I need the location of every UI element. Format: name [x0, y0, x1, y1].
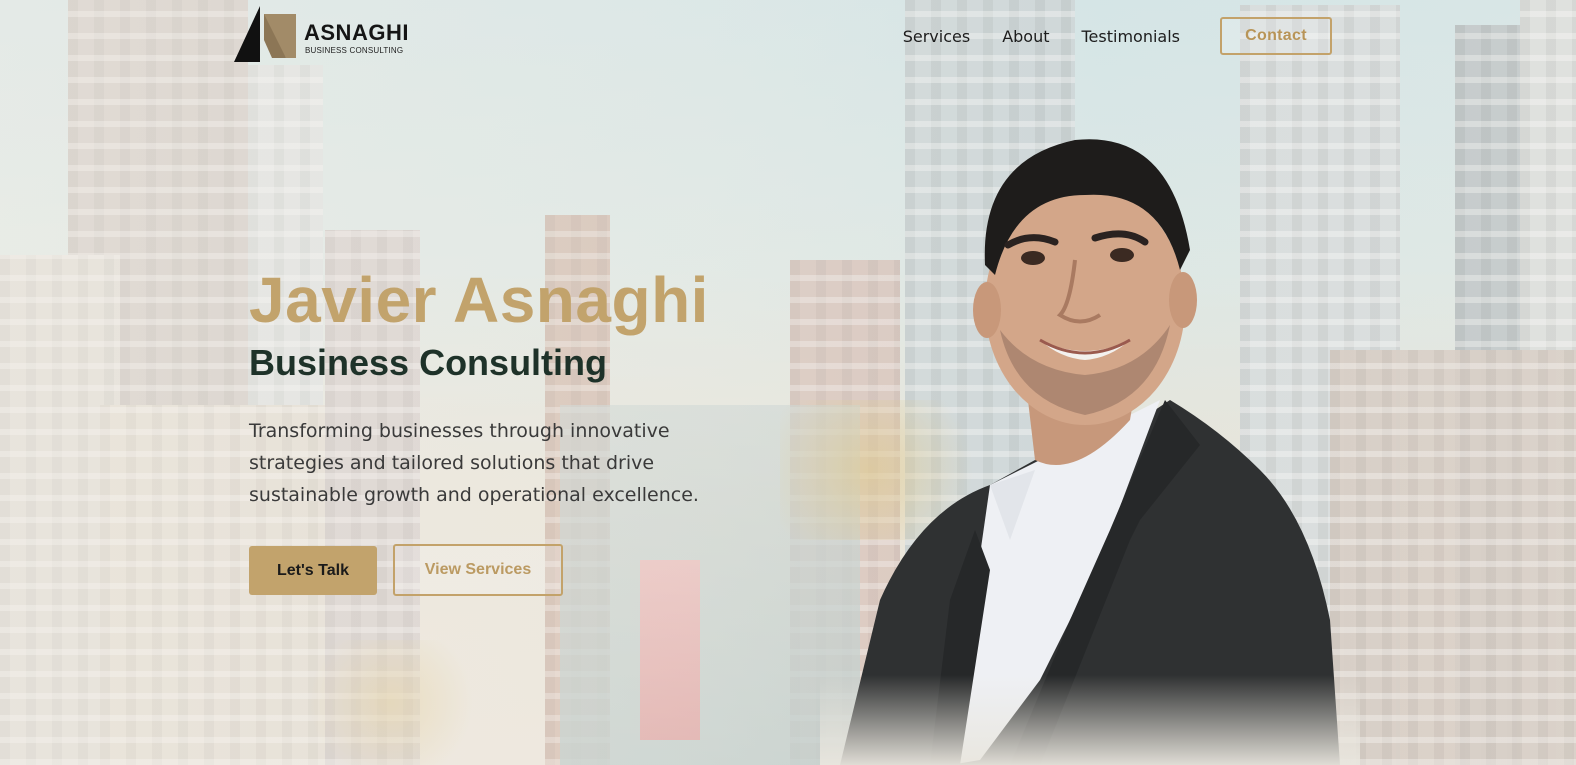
hero-description: Transforming businesses through innovati…: [249, 420, 699, 506]
nav-link-testimonials[interactable]: Testimonials: [1082, 27, 1181, 46]
asnaghi-logo-icon: [234, 6, 296, 62]
consultant-portrait: [840, 139, 1340, 765]
nav-link-about[interactable]: About: [1002, 27, 1049, 46]
lets-talk-button[interactable]: Let's Talk: [249, 546, 377, 595]
nav-link-services[interactable]: Services: [903, 27, 970, 46]
portrait-fade: [820, 675, 1360, 765]
brand-logo[interactable]: ASNAGHI BUSINESS CONSULTING: [234, 6, 409, 64]
brand-name: ASNAGHI: [304, 20, 409, 45]
hero-title: Javier Asnaghi: [249, 264, 709, 336]
view-services-button[interactable]: View Services: [393, 544, 563, 596]
brand-tagline: BUSINESS CONSULTING: [305, 46, 404, 55]
hero-subtitle: Business Consulting: [249, 342, 608, 383]
main-nav: Services About Testimonials Contact: [903, 17, 1332, 55]
hero-section: Javier Asnaghi Business Consulting Trans…: [249, 262, 769, 596]
cta-group: Let's Talk View Services: [249, 544, 769, 596]
contact-button[interactable]: Contact: [1220, 17, 1332, 55]
site-header: ASNAGHI BUSINESS CONSULTING Services Abo…: [0, 0, 1576, 70]
